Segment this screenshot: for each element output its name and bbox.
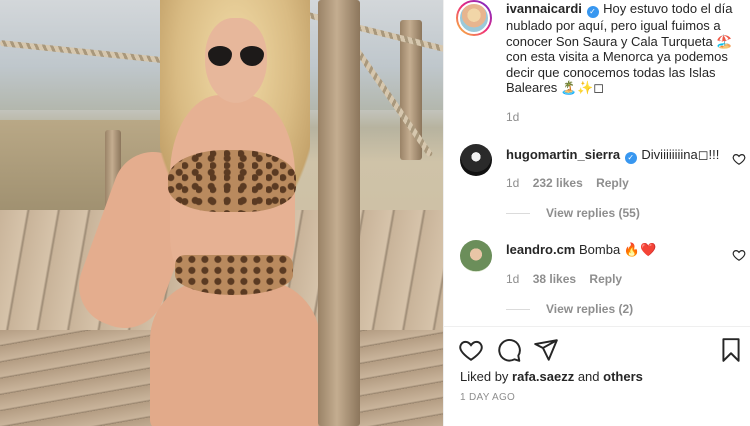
comment-text: Bomba 🔥❤️ [578, 242, 657, 257]
comment-item: leandro.cm Bomba 🔥❤️ [506, 242, 726, 258]
comment-meta: 1d 38 likes Reply [506, 272, 632, 286]
photo-person-legs [150, 280, 320, 426]
photo-bikini-top [168, 150, 296, 212]
share-icon[interactable] [533, 337, 559, 363]
post-photo[interactable] [0, 0, 443, 426]
caption-age: 1d [506, 110, 520, 124]
comment-likes[interactable]: 232 likes [533, 176, 583, 190]
bookmark-icon[interactable] [718, 337, 744, 363]
view-replies-button[interactable]: View replies (2) [506, 302, 633, 316]
view-replies-label: View replies (55) [546, 206, 640, 220]
view-replies-label: View replies (2) [546, 302, 634, 316]
comment-text: Diviiiiiiiina◻!!! [641, 147, 720, 162]
post-details-panel: ivannaicardi ✓ Hoy estuvo todo el día nu… [443, 0, 750, 426]
comment-like-heart-icon[interactable] [732, 152, 746, 166]
comment-username[interactable]: hugomartin_sierra [506, 147, 620, 162]
comment-meta: 1d 232 likes Reply [506, 176, 639, 190]
comment-username[interactable]: leandro.cm [506, 242, 575, 257]
reply-button[interactable]: Reply [596, 176, 629, 190]
comment-age: 1d [506, 272, 520, 286]
liked-by-and: and [577, 369, 600, 384]
heart-icon[interactable] [458, 337, 484, 363]
liked-by-others[interactable]: others [603, 369, 643, 384]
author-avatar[interactable] [456, 0, 492, 36]
comment-item: hugomartin_sierra ✓ Diviiiiiiiina◻!!! [506, 147, 726, 164]
liked-by-user[interactable]: rafa.saezz [512, 369, 574, 384]
photo-bikini-bottom [175, 255, 293, 295]
replies-divider [506, 309, 530, 311]
view-replies-button[interactable]: View replies (55) [506, 206, 640, 220]
comment-icon[interactable] [496, 337, 522, 363]
author-username[interactable]: ivannaicardi [506, 1, 582, 16]
comment-age: 1d [506, 176, 520, 190]
photo-post-front [318, 0, 360, 426]
commenter-avatar[interactable] [460, 144, 492, 176]
verified-badge-icon: ✓ [586, 6, 599, 18]
liked-by-text: Liked by rafa.saezz and others [460, 369, 643, 384]
replies-divider [506, 213, 530, 215]
comment-like-heart-icon[interactable] [732, 248, 746, 262]
post-caption: ivannaicardi ✓ Hoy estuvo todo el día nu… [506, 1, 744, 96]
commenter-avatar[interactable] [460, 240, 492, 272]
comment-likes[interactable]: 38 likes [533, 272, 576, 286]
verified-badge-icon: ✓ [624, 152, 637, 164]
post-timestamp[interactable]: 1 DAY AGO [460, 392, 515, 403]
liked-by-prefix: Liked by [460, 369, 509, 384]
reply-button[interactable]: Reply [589, 272, 622, 286]
caption-meta: 1d [506, 110, 529, 124]
